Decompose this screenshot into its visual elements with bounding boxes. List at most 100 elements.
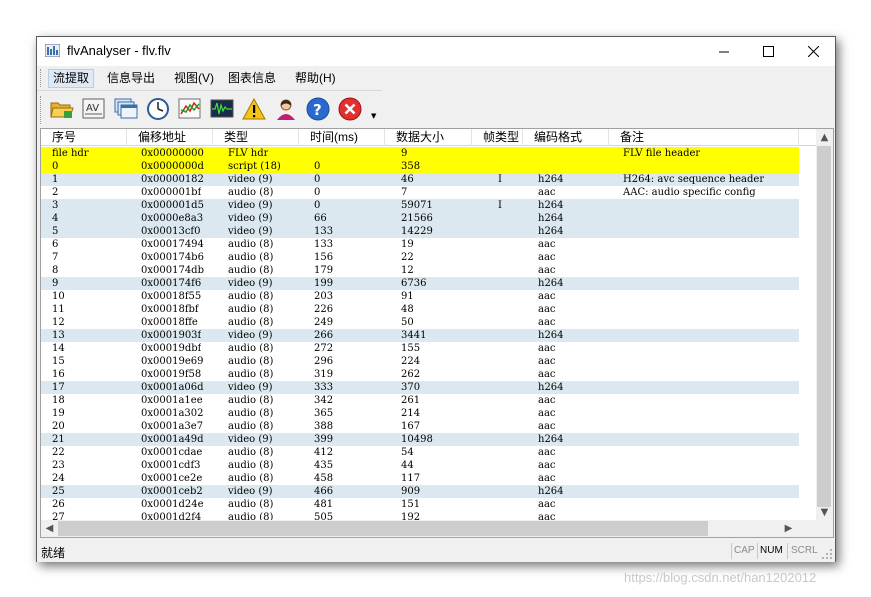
table-row[interactable]: 17 0x0001a06d video (9) 333 370 h264: [41, 381, 799, 394]
menu-view[interactable]: 视图(V): [170, 69, 218, 88]
cell-type: video (9): [228, 434, 273, 445]
column-header-note[interactable]: 备注: [609, 129, 799, 146]
table-row[interactable]: 11 0x00018fbf audio (8) 226 48 aac: [41, 303, 799, 316]
horizontal-scrollbar[interactable]: ◀ ▶: [41, 520, 818, 537]
cell-offset: 0x0001ce2e: [141, 473, 203, 484]
column-header-codec[interactable]: 编码格式: [523, 129, 609, 146]
clock-button[interactable]: [145, 96, 171, 122]
open-folder-button[interactable]: [49, 96, 75, 122]
cell-size: 262: [401, 369, 421, 380]
table-row[interactable]: 5 0x00013cf0 video (9) 133 14229 h264: [41, 225, 799, 238]
table-row[interactable]: 24 0x0001ce2e audio (8) 458 117 aac: [41, 472, 799, 485]
toolbar-grip[interactable]: [40, 96, 43, 124]
table-row[interactable]: 21 0x0001a49d video (9) 399 10498 h264: [41, 433, 799, 446]
vertical-scrollbar[interactable]: ▲ ▼: [816, 129, 833, 521]
cell-time: 179: [314, 265, 334, 276]
table-row[interactable]: 6 0x00017494 audio (8) 133 19 aac: [41, 238, 799, 251]
table-row[interactable]: 19 0x0001a302 audio (8) 365 214 aac: [41, 407, 799, 420]
cell-type: audio (8): [228, 499, 274, 510]
close-circle-button[interactable]: [337, 96, 363, 122]
menu-grip[interactable]: [40, 69, 43, 87]
cell-offset: 0x00018ffe: [141, 317, 198, 328]
packet-list[interactable]: 序号 偏移地址 类型 时间(ms) 数据大小 帧类型 编码格式 备注 file …: [40, 128, 834, 538]
cell-offset: 0x0001a302: [141, 408, 204, 419]
table-row[interactable]: 2 0x000001bf audio (8) 0 7 aac AAC: audio spec…: [41, 186, 799, 199]
cell-offset: 0x0001a3e7: [141, 421, 204, 432]
scroll-left-icon[interactable]: ◀: [41, 520, 58, 537]
table-row[interactable]: 12 0x00018ffe audio (8) 249 50 aac: [41, 316, 799, 329]
table-row[interactable]: 3 0x000001d5 video (9) 0 59071 Ih264: [41, 199, 799, 212]
table-row[interactable]: 25 0x0001ceb2 video (9) 466 909 h264: [41, 485, 799, 498]
vertical-scroll-thumb[interactable]: [817, 146, 831, 507]
cell-size: 50: [401, 317, 414, 328]
column-header-frame-type[interactable]: 帧类型: [472, 129, 523, 146]
av-button[interactable]: AV: [81, 96, 107, 122]
cell-index: 6: [52, 239, 59, 250]
menu-info-export[interactable]: 信息导出: [103, 69, 159, 88]
cell-codec: aac: [538, 291, 556, 302]
column-header-offset[interactable]: 偏移地址: [127, 129, 213, 146]
cell-size: 59071: [401, 200, 433, 211]
column-header-time[interactable]: 时间(ms): [299, 129, 385, 146]
scrollbar-corner: [816, 520, 833, 537]
cell-offset: 0x0001a49d: [141, 434, 204, 445]
horizontal-scroll-thumb[interactable]: [58, 521, 708, 536]
column-header-type[interactable]: 类型: [213, 129, 299, 146]
help-button[interactable]: ?: [305, 96, 331, 122]
table-row[interactable]: 18 0x0001a1ee audio (8) 342 261 aac: [41, 394, 799, 407]
toolbar-dropdown-arrow-icon[interactable]: ▼: [371, 112, 376, 120]
list-rows: file hdr 0x00000000 FLV hdr 9 FLV file heade…: [41, 147, 799, 521]
cell-frame-type: I: [498, 200, 502, 211]
status-scrl-indicator: SCRL: [791, 545, 818, 556]
table-row[interactable]: 10 0x00018f55 audio (8) 203 91 aac: [41, 290, 799, 303]
menu-chart-info[interactable]: 图表信息: [224, 69, 280, 88]
table-row[interactable]: 0 0x0000000d script (18) 0 358: [41, 160, 799, 173]
cell-type: audio (8): [228, 395, 274, 406]
minimize-button[interactable]: [702, 37, 746, 66]
menu-help[interactable]: 帮助(H): [291, 69, 340, 88]
close-icon: [807, 46, 819, 57]
cell-offset: 0x00000000: [141, 148, 204, 159]
user-button[interactable]: [273, 96, 299, 122]
cell-offset: 0x000174b6: [141, 252, 204, 263]
column-header-index[interactable]: 序号: [41, 129, 127, 146]
table-row[interactable]: 14 0x00019dbf audio (8) 272 155 aac: [41, 342, 799, 355]
cell-codec: aac: [538, 356, 556, 367]
scroll-up-icon[interactable]: ▲: [816, 129, 833, 146]
cell-offset: 0x000001d5: [141, 200, 204, 211]
table-row[interactable]: 1 0x00000182 video (9) 0 46 Ih264 H264: avc se…: [41, 173, 799, 186]
table-row[interactable]: 8 0x000174db audio (8) 179 12 aac: [41, 264, 799, 277]
table-row[interactable]: 26 0x0001d24e audio (8) 481 151 aac: [41, 498, 799, 511]
table-row[interactable]: 13 0x0001903f video (9) 266 3441 h264: [41, 329, 799, 342]
cell-codec: aac: [538, 447, 556, 458]
cell-codec: aac: [538, 187, 556, 198]
table-row[interactable]: 15 0x00019e69 audio (8) 296 224 aac: [41, 355, 799, 368]
table-row[interactable]: 4 0x0000e8a3 video (9) 66 21566 h264: [41, 212, 799, 225]
table-row[interactable]: 7 0x000174b6 audio (8) 156 22 aac: [41, 251, 799, 264]
scroll-right-icon[interactable]: ▶: [780, 520, 797, 537]
cell-index: 21: [52, 434, 65, 445]
table-row[interactable]: 16 0x00019f58 audio (8) 319 262 aac: [41, 368, 799, 381]
table-row[interactable]: 20 0x0001a3e7 audio (8) 388 167 aac: [41, 420, 799, 433]
table-row[interactable]: 9 0x000174f6 video (9) 199 6736 h264: [41, 277, 799, 290]
waveform-button[interactable]: [209, 96, 235, 122]
scroll-down-icon[interactable]: ▼: [816, 504, 833, 521]
resize-grip-icon[interactable]: [821, 548, 833, 560]
cell-size: 358: [401, 161, 421, 172]
title-bar[interactable]: flvAnalyser - flv.flv: [37, 37, 835, 66]
column-header-size[interactable]: 数据大小: [385, 129, 472, 146]
maximize-button[interactable]: [746, 37, 790, 66]
table-row[interactable]: file hdr 0x00000000 FLV hdr 9 FLV file heade…: [41, 147, 799, 160]
cell-type: audio (8): [228, 187, 274, 198]
cell-size: 909: [401, 486, 421, 497]
windows-button[interactable]: [113, 96, 139, 122]
warning-button[interactable]: [241, 96, 267, 122]
line-chart-button[interactable]: [177, 96, 203, 122]
cell-time: 226: [314, 304, 334, 315]
table-row[interactable]: 23 0x0001cdf3 audio (8) 435 44 aac: [41, 459, 799, 472]
cell-codec: aac: [538, 460, 556, 471]
table-row[interactable]: 22 0x0001cdae audio (8) 412 54 aac: [41, 446, 799, 459]
cell-size: 214: [401, 408, 421, 419]
close-button[interactable]: [791, 37, 835, 66]
menu-stream-extract[interactable]: 流提取: [48, 69, 95, 88]
